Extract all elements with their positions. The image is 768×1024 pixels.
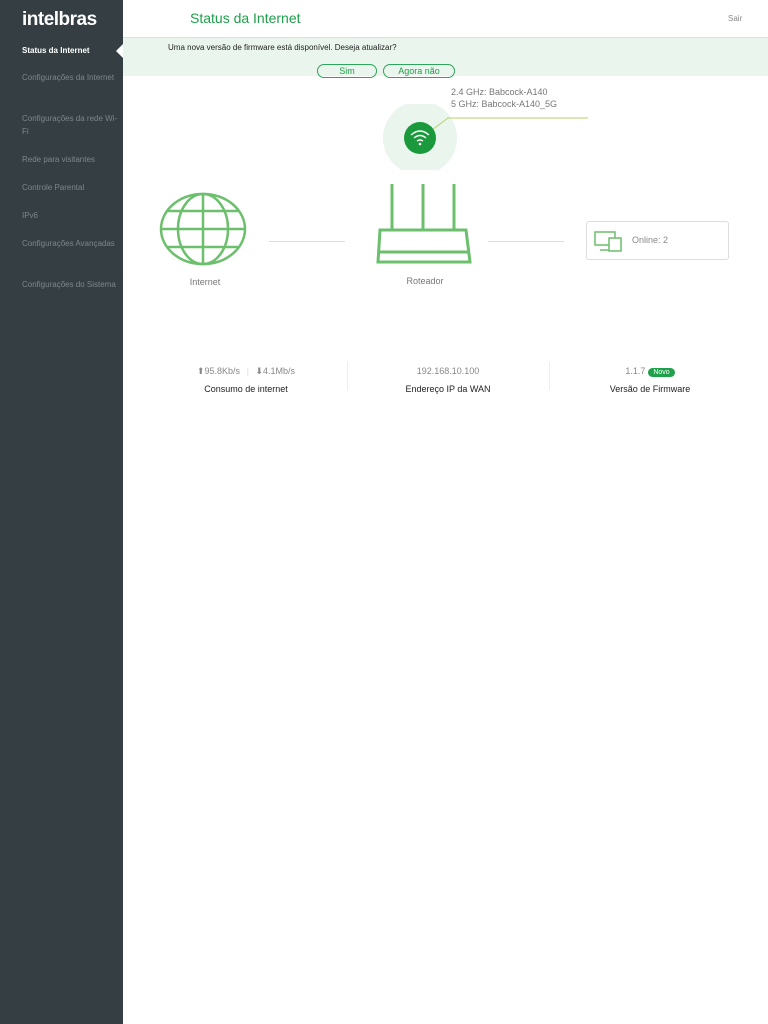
page-title: Status da Internet	[190, 10, 301, 26]
sidebar-item-guest-network[interactable]: Rede para visitantes	[22, 154, 120, 167]
sidebar-item-advanced[interactable]: Configurações Avançadas	[22, 238, 120, 251]
new-badge[interactable]: Novo	[648, 368, 675, 377]
not-now-button[interactable]: Agora não	[383, 64, 455, 78]
online-devices-card[interactable]: Online: 2	[586, 221, 729, 260]
brand-logo: intelbras	[22, 9, 97, 30]
sidebar-item-internet-config[interactable]: Configurações da Internet	[22, 72, 120, 85]
banner-message: Uma nova versão de firmware está disponí…	[168, 43, 397, 52]
sidebar-item-status[interactable]: Status da Internet	[22, 45, 120, 58]
divider	[347, 362, 348, 390]
internet-label: Internet	[189, 277, 221, 287]
upload-rate: 95.8Kb/s	[204, 366, 241, 376]
divider	[549, 362, 550, 390]
wan-label: Endereço IP da WAN	[405, 384, 491, 394]
online-count: Online: 2	[632, 235, 669, 245]
connector-line	[488, 241, 564, 242]
devices-icon	[594, 231, 622, 252]
upload-icon: ⬆	[196, 366, 205, 376]
globe-icon	[159, 192, 247, 266]
sidebar-item-ipv6[interactable]: IPv6	[22, 210, 120, 223]
sidebar-item-system[interactable]: Configurações do Sistema	[22, 279, 120, 292]
firmware-version: 1.1.7	[625, 366, 646, 376]
sidebar-item-wifi-config[interactable]: Configurações da rede Wi-Fi	[22, 113, 120, 138]
traffic-rates: ⬆95.8Kb/s | ⬇4.1Mb/s	[196, 366, 295, 376]
ssid-24: 2.4 GHz: Babcock-A140	[451, 87, 548, 97]
sidebar: intelbras Status da Internet Configuraçõ…	[0, 0, 123, 1024]
firmware-version-row: 1.1.7 Novo	[554, 366, 746, 377]
logout-link[interactable]: Sair	[728, 14, 742, 23]
sidebar-item-parental-control[interactable]: Controle Parental	[22, 182, 120, 195]
active-indicator	[116, 44, 123, 58]
usage-label: Consumo de internet	[204, 384, 288, 394]
firmware-banner: Uma nova versão de firmware está disponí…	[123, 37, 768, 78]
firmware-label: Versão de Firmware	[609, 384, 691, 394]
connector-line	[269, 241, 345, 242]
download-icon: ⬇	[255, 366, 263, 376]
router-icon	[376, 184, 472, 264]
wan-ip: 192.168.10.100	[416, 366, 480, 376]
yes-button[interactable]: Sim	[317, 64, 377, 78]
router-label: Roteador	[406, 276, 444, 286]
download-rate: 4.1Mb/s	[262, 366, 295, 376]
wifi-icon[interactable]	[380, 104, 590, 170]
